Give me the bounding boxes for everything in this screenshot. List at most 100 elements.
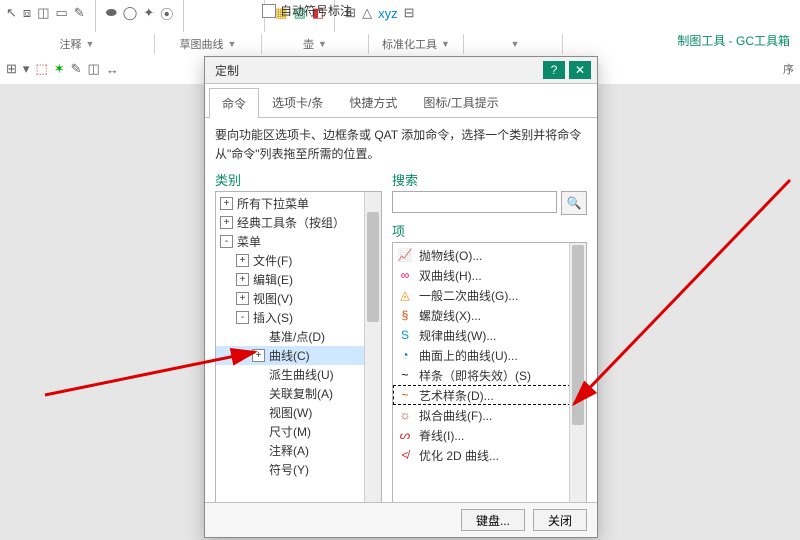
tree-node[interactable]: + 编辑(E) bbox=[216, 270, 381, 289]
tree-node[interactable]: +经典工具条（按组） bbox=[216, 213, 381, 232]
list-item[interactable]: ≮优化 2D 曲线... bbox=[393, 445, 586, 465]
toolbar-icon[interactable]: ✶ bbox=[54, 61, 65, 77]
search-input[interactable] bbox=[392, 191, 557, 213]
toolbar-icon[interactable]: ✎ bbox=[71, 61, 82, 77]
tree-node[interactable]: -插入(S) bbox=[216, 308, 381, 327]
ribbon-group[interactable]: 壶▼ bbox=[262, 34, 369, 54]
tree-node[interactable]: 关联复制(A) bbox=[216, 384, 381, 403]
checkbox-icon bbox=[262, 4, 276, 18]
tree-node[interactable]: 视图(W) bbox=[216, 403, 381, 422]
auto-symbol-label-checkbox[interactable]: 自动符号标注 bbox=[262, 2, 352, 19]
tree-node[interactable]: -菜单 bbox=[216, 232, 381, 251]
tree-label: 注释(A) bbox=[269, 442, 309, 459]
ribbon-icon[interactable]: ◫ bbox=[37, 5, 49, 21]
tree-node[interactable]: 尺寸(M) bbox=[216, 422, 381, 441]
ribbon-icon[interactable]: ▭ bbox=[55, 5, 67, 21]
ribbon-group[interactable]: ▼ bbox=[464, 34, 563, 54]
tree-node[interactable]: 基准/点(D) bbox=[216, 327, 381, 346]
tree-label: 基准/点(D) bbox=[269, 328, 325, 345]
item-label: 拟合曲线(F)... bbox=[419, 407, 492, 424]
tree-label: 派生曲线(U) bbox=[269, 366, 334, 383]
tree-node[interactable]: + 文件(F) bbox=[216, 251, 381, 270]
list-item[interactable]: ◔曲面上的曲线(U)... bbox=[393, 345, 586, 365]
item-icon: ᔕ bbox=[397, 427, 413, 443]
search-button[interactable]: 🔍 bbox=[561, 191, 587, 215]
ribbon-icon[interactable]: xyz bbox=[378, 6, 398, 21]
dialog-tab[interactable]: 命令 bbox=[209, 88, 259, 118]
secondary-group-label: 序 bbox=[783, 61, 794, 77]
ribbon-group[interactable]: 标准化工具▼ bbox=[369, 34, 464, 54]
auto-symbol-label-text: 自动符号标注 bbox=[280, 2, 352, 19]
ribbon-icon[interactable]: ↖ bbox=[6, 5, 17, 21]
tree-label: 关联复制(A) bbox=[269, 385, 333, 402]
tree-label: 文件(F) bbox=[253, 252, 292, 269]
list-item[interactable]: ᔕ 脊线(I)... bbox=[393, 425, 586, 445]
tree-node[interactable]: 注释(A) bbox=[216, 441, 381, 460]
item-label: 螺旋线(X)... bbox=[419, 307, 481, 324]
item-icon: ◔ bbox=[397, 347, 413, 363]
list-item[interactable]: ◬一般二次曲线(G)... bbox=[393, 285, 586, 305]
chevron-down-icon: ▼ bbox=[318, 39, 327, 49]
dialog-tab[interactable]: 快捷方式 bbox=[336, 87, 410, 117]
tree-label: 编辑(E) bbox=[253, 271, 293, 288]
ribbon-icon[interactable]: △ bbox=[362, 5, 372, 21]
keyboard-button[interactable]: 键盘... bbox=[461, 509, 525, 531]
item-icon: S bbox=[397, 327, 413, 343]
scrollbar[interactable] bbox=[364, 192, 381, 518]
ribbon-icon[interactable]: ◯ bbox=[123, 5, 138, 21]
list-item[interactable]: ☼拟合曲线(F)... bbox=[393, 405, 586, 425]
help-button[interactable]: ? bbox=[543, 61, 565, 79]
tree-node[interactable]: 符号(Y) bbox=[216, 460, 381, 479]
item-label: 抛物线(O)... bbox=[419, 247, 482, 264]
list-item[interactable]: §螺旋线(X)... bbox=[393, 305, 586, 325]
ribbon-icon-row: ↖ ⧈ ◫ ▭ ✎ ⬬ ◯ ✦ ⦿ ▦ ▨ ◧ ⊞ △ xyz ⊟ bbox=[0, 0, 800, 26]
tree-toggle[interactable]: + bbox=[236, 254, 249, 267]
ribbon-group-label: 壶 bbox=[303, 36, 314, 52]
toolbar-icon[interactable]: ◫ bbox=[88, 61, 100, 77]
list-item[interactable]: ~艺术样条(D)... bbox=[393, 385, 586, 405]
ribbon-icon[interactable]: ✎ bbox=[74, 5, 85, 21]
toolbar-icon[interactable]: ⬚ bbox=[35, 61, 47, 77]
search-label: 搜索 bbox=[392, 170, 587, 189]
close-button[interactable]: ✕ bbox=[569, 61, 591, 79]
chevron-down-icon: ▼ bbox=[441, 39, 450, 49]
ribbon-icon[interactable]: ⧈ bbox=[23, 5, 31, 21]
tree-node[interactable]: +所有下拉菜单 bbox=[216, 194, 381, 213]
tree-label: 视图(V) bbox=[253, 290, 293, 307]
list-item[interactable]: ∞双曲线(H)... bbox=[393, 265, 586, 285]
tree-toggle[interactable]: - bbox=[236, 311, 249, 324]
ribbon-group[interactable]: 草图曲线▼ bbox=[155, 34, 262, 54]
tree-node[interactable]: + 视图(V) bbox=[216, 289, 381, 308]
dialog-tabs: 命令选项卡/条快捷方式图标/工具提示 bbox=[205, 84, 597, 118]
categories-tree[interactable]: +所有下拉菜单+经典工具条（按组）-菜单 + 文件(F) + 编辑(E) + 视图(V)-插… bbox=[215, 191, 382, 519]
ribbon-icon[interactable]: ⦿ bbox=[160, 4, 173, 23]
chevron-down-icon: ▼ bbox=[511, 39, 520, 49]
close-dialog-button[interactable]: 关闭 bbox=[533, 509, 587, 531]
dialog-tab[interactable]: 图标/工具提示 bbox=[410, 87, 511, 117]
ribbon-icon[interactable]: ⊟ bbox=[404, 5, 415, 21]
ribbon-group[interactable]: 注释▼ bbox=[0, 34, 155, 54]
tree-node[interactable]: +曲线(C) bbox=[216, 346, 381, 365]
items-list[interactable]: 📈抛物线(O)...∞双曲线(H)...◬一般二次曲线(G)...§螺旋线(X)… bbox=[392, 242, 587, 536]
dialog-tab[interactable]: 选项卡/条 bbox=[259, 87, 336, 117]
list-item[interactable]: 📈抛物线(O)... bbox=[393, 245, 586, 265]
toolbar-icon[interactable]: ▾ bbox=[23, 61, 30, 77]
tree-toggle[interactable]: + bbox=[220, 216, 233, 229]
tree-toggle[interactable]: + bbox=[252, 349, 265, 362]
item-label: 脊线(I)... bbox=[419, 427, 464, 444]
dialog-titlebar[interactable]: 定制 ? ✕ bbox=[205, 57, 597, 84]
scrollbar[interactable] bbox=[569, 243, 586, 535]
tree-toggle[interactable]: - bbox=[220, 235, 233, 248]
item-icon: ~ bbox=[397, 367, 413, 383]
list-item[interactable]: S规律曲线(W)... bbox=[393, 325, 586, 345]
tree-label: 视图(W) bbox=[269, 404, 312, 421]
list-item[interactable]: ~样条（即将失效）(S) bbox=[393, 365, 586, 385]
toolbar-icon[interactable]: ↔ bbox=[106, 62, 119, 77]
ribbon-icon[interactable]: ⬬ bbox=[106, 5, 117, 21]
ribbon-icon[interactable]: ✦ bbox=[143, 5, 154, 21]
tree-toggle[interactable]: + bbox=[220, 197, 233, 210]
tree-toggle[interactable]: + bbox=[236, 273, 249, 286]
toolbar-icon[interactable]: ⊞ bbox=[6, 61, 17, 77]
tree-node[interactable]: 派生曲线(U) bbox=[216, 365, 381, 384]
tree-toggle[interactable]: + bbox=[236, 292, 249, 305]
